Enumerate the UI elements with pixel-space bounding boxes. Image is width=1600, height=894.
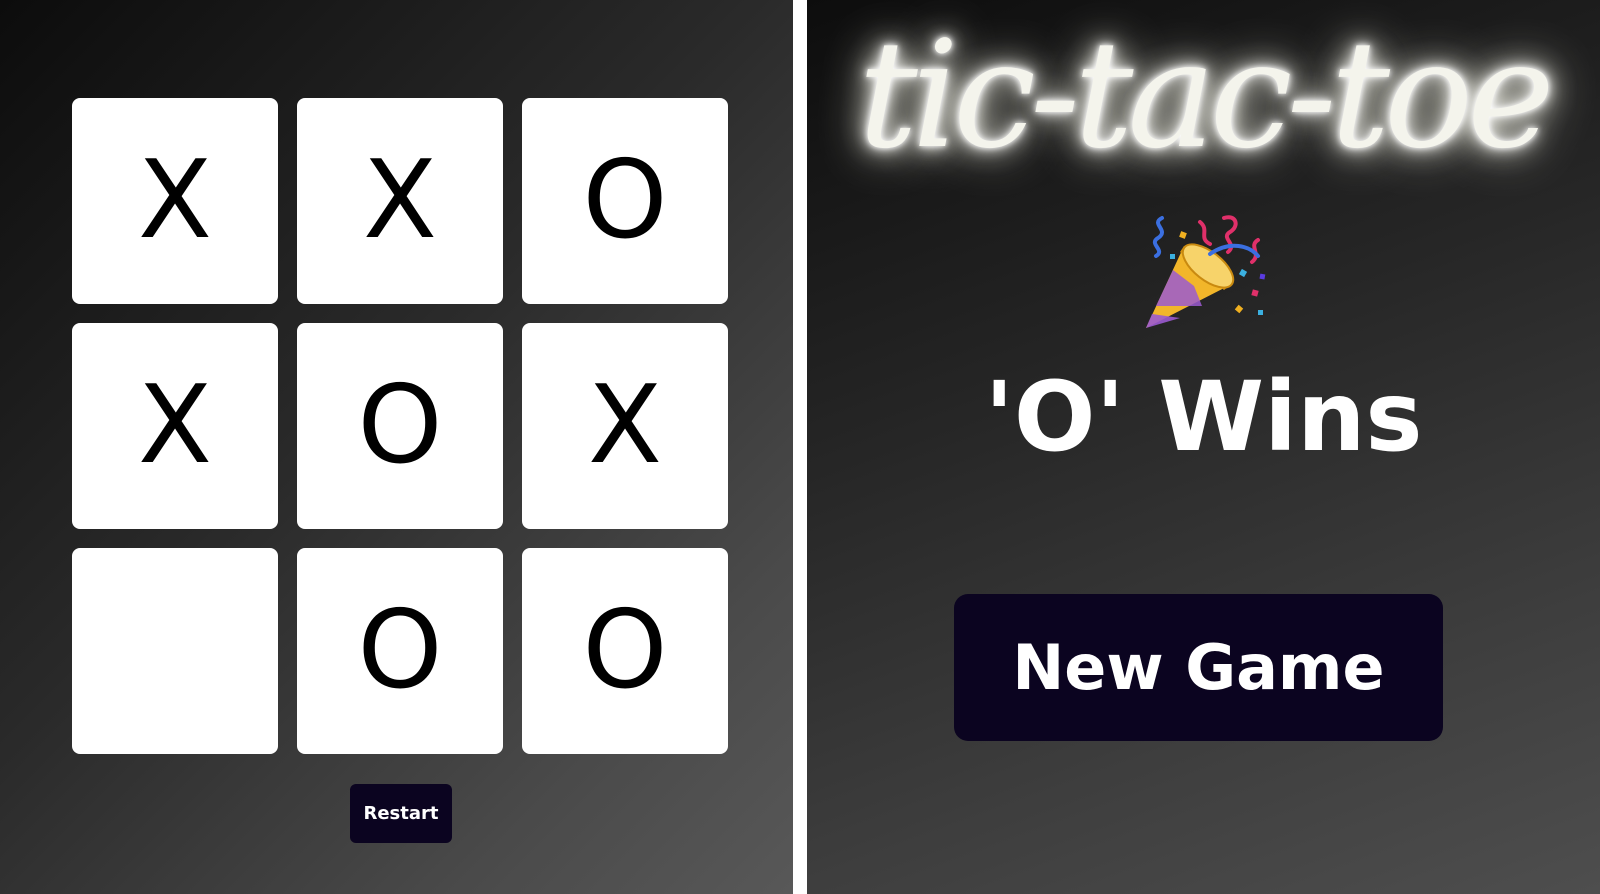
board-cell-8[interactable]: O — [297, 548, 503, 754]
cell-mark: O — [582, 138, 668, 263]
board-cell-7[interactable] — [72, 548, 278, 754]
board-cell-5[interactable]: O — [297, 323, 503, 529]
cell-mark: O — [582, 588, 668, 713]
cell-mark: O — [357, 363, 443, 488]
cell-mark: X — [138, 138, 212, 263]
result-panel: tic-tac-toe 'O' Wins New Game — [807, 0, 1600, 894]
board-cell-4[interactable]: X — [72, 323, 278, 529]
game-board: X X O X O X O O — [72, 98, 729, 755]
cell-mark: X — [138, 363, 212, 488]
cell-mark: X — [588, 363, 662, 488]
cell-mark: X — [363, 138, 437, 263]
new-game-button[interactable]: New Game — [954, 594, 1443, 741]
cell-mark: O — [357, 588, 443, 713]
party-popper-icon — [1140, 210, 1270, 340]
game-title: tic-tac-toe — [858, 9, 1554, 181]
board-cell-2[interactable]: X — [297, 98, 503, 304]
screen: X X O X O X O O Restart tic-tac-toe 'O' … — [0, 0, 1600, 894]
game-board-panel: X X O X O X O O Restart — [0, 0, 793, 894]
restart-button[interactable]: Restart — [350, 784, 452, 843]
board-cell-9[interactable]: O — [522, 548, 728, 754]
board-cell-6[interactable]: X — [522, 323, 728, 529]
winner-message: 'O' Wins — [984, 361, 1423, 473]
board-cell-3[interactable]: O — [522, 98, 728, 304]
board-cell-1[interactable]: X — [72, 98, 278, 304]
